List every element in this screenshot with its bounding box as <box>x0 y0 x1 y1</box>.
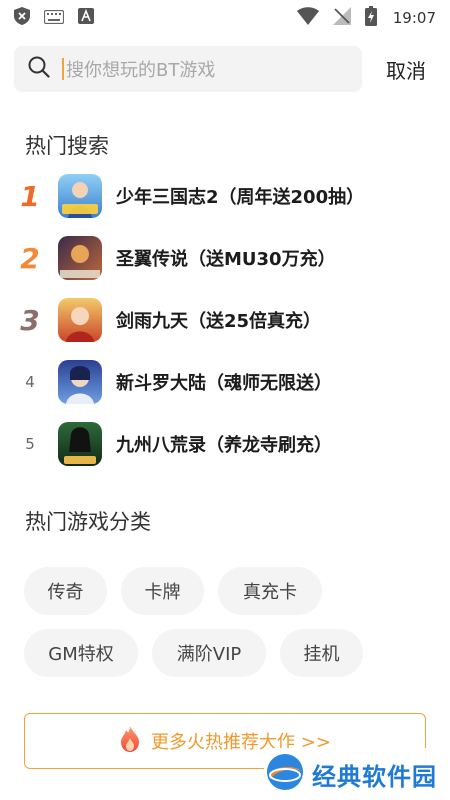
category-title: 热门游戏分类 <box>25 510 151 534</box>
game-icon <box>58 174 102 218</box>
rank-number: 5 <box>25 435 35 453</box>
game-icon <box>58 236 102 280</box>
rank-number: 1 <box>20 179 40 213</box>
watermark-logo-icon <box>264 751 306 797</box>
shield-icon <box>14 7 30 29</box>
hot-search-item-5[interactable]: 5 九州八荒录（养龙寺刷充） <box>0 416 450 472</box>
search-bar: 搜你想玩的BT游戏 取消 <box>14 45 436 93</box>
a-badge-icon <box>78 8 94 28</box>
search-input[interactable]: 搜你想玩的BT游戏 <box>14 46 362 92</box>
watermark-text: 经典软件园 <box>312 762 437 791</box>
category-tag[interactable]: 挂机 <box>280 629 363 677</box>
wifi-icon <box>296 7 319 29</box>
hot-search-item-4[interactable]: 4 新斗罗大陆（魂师无限送） <box>0 354 450 410</box>
category-tag[interactable]: 传奇 <box>24 567 107 615</box>
game-icon <box>58 360 102 404</box>
hot-search-item-2[interactable]: 2 圣翼传说（送MU30万充） <box>0 230 450 286</box>
status-bar: 19:07 <box>0 0 450 36</box>
hot-search-label: 圣翼传说（送MU30万充） <box>116 249 336 270</box>
search-placeholder: 搜你想玩的BT游戏 <box>62 56 215 82</box>
keyboard-icon <box>43 9 65 28</box>
rank-number: 2 <box>20 241 40 275</box>
category-tag[interactable]: 卡牌 <box>121 567 204 615</box>
rank-number: 3 <box>20 303 40 337</box>
text-caret <box>62 58 64 80</box>
game-icon <box>58 422 102 466</box>
hot-search-label: 新斗罗大陆（魂师无限送） <box>116 373 332 394</box>
hot-search-title: 热门搜索 <box>25 134 109 158</box>
search-placeholder-text: 搜你想玩的BT游戏 <box>66 60 216 81</box>
rank-number: 4 <box>25 373 35 391</box>
search-icon <box>28 56 50 82</box>
fire-icon <box>119 726 141 756</box>
hot-search-item-1[interactable]: 1 少年三国志2（周年送200抽） <box>0 168 450 224</box>
cancel-button[interactable]: 取消 <box>386 55 426 84</box>
hot-search-label: 九州八荒录（养龙寺刷充） <box>116 435 332 456</box>
battery-charging-icon <box>364 6 377 30</box>
hot-search-label: 少年三国志2（周年送200抽） <box>116 187 365 208</box>
category-tag[interactable]: 满阶VIP <box>152 629 266 677</box>
category-tag[interactable]: 真充卡 <box>218 567 322 615</box>
no-signal-icon <box>332 7 351 29</box>
hot-search-label: 剑雨九天（送25倍真充） <box>116 311 322 332</box>
watermark: 经典软件园 <box>264 748 450 800</box>
clock-time: 19:07 <box>392 9 436 27</box>
category-tag[interactable]: GM特权 <box>24 629 138 677</box>
hot-search-item-3[interactable]: 3 剑雨九天（送25倍真充） <box>0 292 450 348</box>
game-icon <box>58 298 102 342</box>
